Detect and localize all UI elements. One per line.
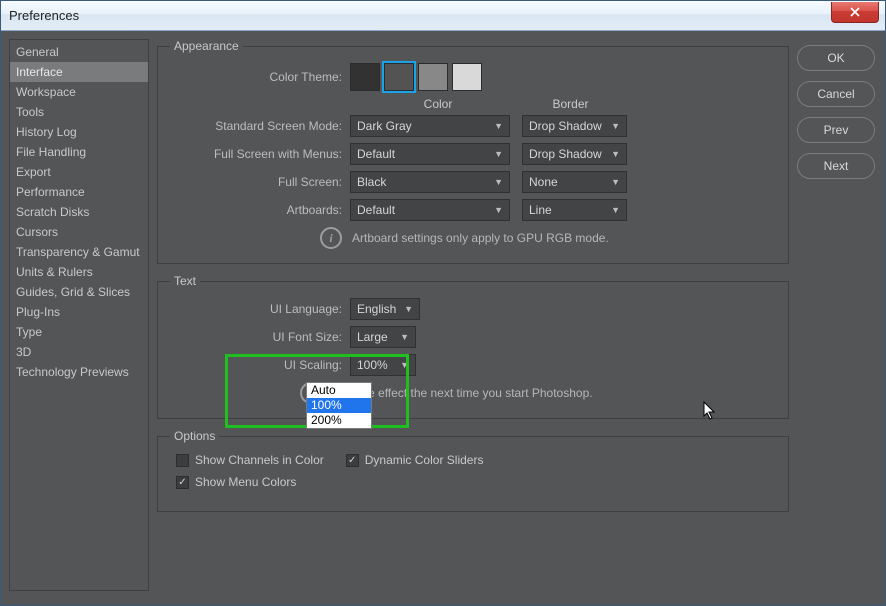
sidebar: GeneralInterfaceWorkspaceToolsHistory Lo… [9, 39, 149, 591]
sidebar-item-transparency-gamut[interactable]: Transparency & Gamut [10, 242, 148, 262]
fullscreen-label: Full Screen: [170, 175, 350, 189]
swatch-2[interactable] [418, 63, 448, 91]
sidebar-item-tools[interactable]: Tools [10, 102, 148, 122]
appearance-group: Appearance Color Theme: Color Border Sta… [157, 39, 789, 264]
artboards-color-select[interactable]: Default▼ [350, 199, 510, 221]
ui-scaling-label: UI Scaling: [170, 358, 350, 372]
scaling-option-auto[interactable]: Auto [307, 383, 371, 398]
scaling-option-200%[interactable]: 200% [307, 413, 371, 428]
options-group: Options Show Channels in Color ✓ Dynamic… [157, 429, 789, 512]
ui-fontsize-select[interactable]: Large▼ [350, 326, 416, 348]
artboards-label: Artboards: [170, 203, 350, 217]
column-headers: Color Border [358, 97, 776, 111]
scaling-option-100%[interactable]: 100% [307, 398, 371, 413]
color-theme-swatches [350, 63, 482, 91]
text-group: Text UI Language: English▼ UI Font Size:… [157, 274, 789, 419]
ui-scaling-select[interactable]: 100%▼ [350, 354, 416, 376]
sidebar-item-export[interactable]: Export [10, 162, 148, 182]
ui-fontsize-label: UI Font Size: [170, 330, 350, 344]
standard-mode-label: Standard Screen Mode: [170, 119, 350, 133]
content: GeneralInterfaceWorkspaceToolsHistory Lo… [1, 31, 885, 605]
ui-language-select[interactable]: English▼ [350, 298, 420, 320]
fullscreen-menus-label: Full Screen with Menus: [170, 147, 350, 161]
appearance-info: i Artboard settings only apply to GPU RG… [320, 227, 776, 249]
show-channels-checkbox[interactable]: Show Channels in Color [176, 453, 324, 467]
swatch-1[interactable] [384, 63, 414, 91]
text-legend: Text [170, 274, 200, 288]
col-border: Border [518, 97, 623, 111]
show-menu-colors-checkbox[interactable]: ✓ Show Menu Colors [176, 475, 296, 489]
dynamic-sliders-checkbox[interactable]: ✓ Dynamic Color Sliders [346, 453, 484, 467]
col-color: Color [358, 97, 518, 111]
sidebar-item-history-log[interactable]: History Log [10, 122, 148, 142]
sidebar-item-units-rulers[interactable]: Units & Rulers [10, 262, 148, 282]
fullscreen-color-select[interactable]: Black▼ [350, 171, 510, 193]
artboards-border-select[interactable]: Line▼ [522, 199, 627, 221]
info-icon: i [320, 227, 342, 249]
swatch-3[interactable] [452, 63, 482, 91]
sidebar-item-guides-grid-slices[interactable]: Guides, Grid & Slices [10, 282, 148, 302]
appearance-legend: Appearance [170, 39, 243, 53]
fullscreen-border-select[interactable]: None▼ [522, 171, 627, 193]
cancel-button[interactable]: Cancel [797, 81, 875, 107]
sidebar-item-general[interactable]: General [10, 42, 148, 62]
standard-mode-color-select[interactable]: Dark Gray▼ [350, 115, 510, 137]
sidebar-item-technology-previews[interactable]: Technology Previews [10, 362, 148, 382]
sidebar-item-cursors[interactable]: Cursors [10, 222, 148, 242]
sidebar-item-3d[interactable]: 3D [10, 342, 148, 362]
swatch-0[interactable] [350, 63, 380, 91]
ok-button[interactable]: OK [797, 45, 875, 71]
main-panel: Appearance Color Theme: Color Border Sta… [157, 39, 789, 591]
next-button[interactable]: Next [797, 153, 875, 179]
fullscreen-menus-color-select[interactable]: Default▼ [350, 143, 510, 165]
dialog-buttons: OK Cancel Prev Next [797, 39, 875, 591]
sidebar-item-interface[interactable]: Interface [10, 62, 148, 82]
sidebar-item-workspace[interactable]: Workspace [10, 82, 148, 102]
sidebar-item-scratch-disks[interactable]: Scratch Disks [10, 202, 148, 222]
titlebar[interactable]: Preferences [1, 1, 885, 31]
sidebar-item-plug-ins[interactable]: Plug-Ins [10, 302, 148, 322]
ui-scaling-dropdown[interactable]: Auto100%200% [306, 382, 372, 429]
window-close-button[interactable] [831, 2, 879, 23]
ui-language-label: UI Language: [170, 302, 350, 316]
preferences-window: Preferences GeneralInterfaceWorkspaceToo… [0, 0, 886, 606]
color-theme-label: Color Theme: [170, 70, 350, 84]
window-title: Preferences [9, 8, 79, 23]
sidebar-item-performance[interactable]: Performance [10, 182, 148, 202]
sidebar-item-file-handling[interactable]: File Handling [10, 142, 148, 162]
standard-mode-border-select[interactable]: Drop Shadow▼ [522, 115, 627, 137]
options-legend: Options [170, 429, 219, 443]
prev-button[interactable]: Prev [797, 117, 875, 143]
fullscreen-menus-border-select[interactable]: Drop Shadow▼ [522, 143, 627, 165]
sidebar-item-type[interactable]: Type [10, 322, 148, 342]
